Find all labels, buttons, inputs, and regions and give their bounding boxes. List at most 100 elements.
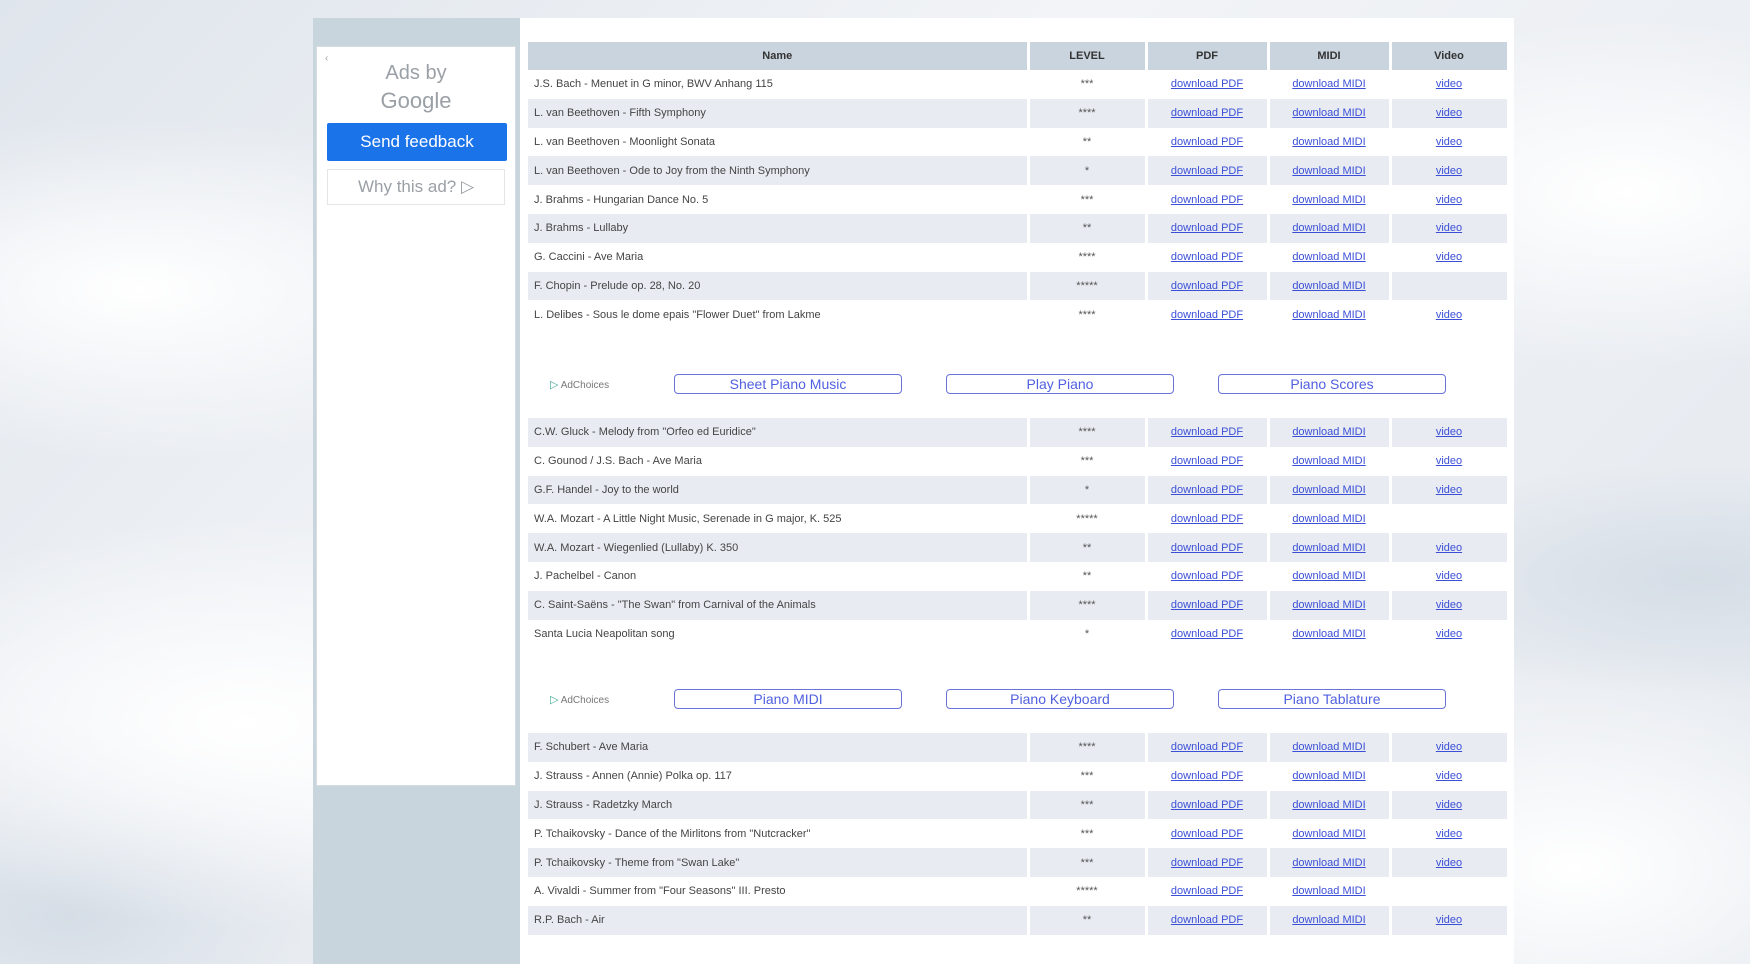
ad-link-button[interactable]: Piano Tablature <box>1218 689 1446 709</box>
pdf-download-link[interactable]: download PDF <box>1171 885 1243 897</box>
video-link[interactable]: video <box>1436 628 1462 640</box>
song-name: C. Saint-Saëns - "The Swan" from Carniva… <box>528 590 1030 620</box>
video-link[interactable]: video <box>1436 542 1462 554</box>
midi-download-link[interactable]: download MIDI <box>1292 107 1365 119</box>
video-link[interactable]: video <box>1436 914 1462 926</box>
pdf-download-cell: download PDF <box>1146 561 1270 591</box>
pdf-download-link[interactable]: download PDF <box>1171 628 1243 640</box>
video-link[interactable]: video <box>1436 484 1462 496</box>
pdf-download-link[interactable]: download PDF <box>1171 165 1243 177</box>
pdf-download-link[interactable]: download PDF <box>1171 309 1243 321</box>
level-stars: **** <box>1028 242 1148 272</box>
midi-download-link[interactable]: download MIDI <box>1292 136 1365 148</box>
midi-download-link[interactable]: download MIDI <box>1292 280 1365 292</box>
pdf-download-link[interactable]: download PDF <box>1171 107 1243 119</box>
ad-link-button[interactable]: Piano Scores <box>1218 374 1446 394</box>
song-name: A. Vivaldi - Summer from "Four Seasons" … <box>528 876 1030 906</box>
pdf-download-link[interactable]: download PDF <box>1171 599 1243 611</box>
midi-download-link[interactable]: download MIDI <box>1292 455 1365 467</box>
pdf-download-link[interactable]: download PDF <box>1171 280 1243 292</box>
midi-download-link[interactable]: download MIDI <box>1292 194 1365 206</box>
pdf-download-link[interactable]: download PDF <box>1171 828 1243 840</box>
ad-link-button[interactable]: Play Piano <box>946 374 1174 394</box>
midi-download-link[interactable]: download MIDI <box>1292 251 1365 263</box>
video-link[interactable]: video <box>1436 741 1462 753</box>
midi-download-link[interactable]: download MIDI <box>1292 78 1365 90</box>
midi-download-link[interactable]: download MIDI <box>1292 222 1365 234</box>
send-feedback-button[interactable]: Send feedback <box>327 123 507 161</box>
video-cell: video <box>1390 300 1510 330</box>
video-link[interactable]: video <box>1436 799 1462 811</box>
video-link[interactable]: video <box>1436 309 1462 321</box>
video-link[interactable]: video <box>1436 194 1462 206</box>
pdf-download-link[interactable]: download PDF <box>1171 914 1243 926</box>
adchoices-label[interactable]: ▷ AdChoices <box>550 378 609 391</box>
midi-download-link[interactable]: download MIDI <box>1292 513 1365 525</box>
table-row: W.A. Mozart - Wiegenlied (Lullaby) K. 35… <box>528 533 1510 562</box>
video-cell: video <box>1390 127 1510 157</box>
video-link[interactable]: video <box>1436 107 1462 119</box>
midi-download-link[interactable]: download MIDI <box>1292 426 1365 438</box>
pdf-download-link[interactable]: download PDF <box>1171 513 1243 525</box>
ad-link-button[interactable]: Piano MIDI <box>674 689 902 709</box>
table-header-row: Name LEVEL PDF MIDI Video <box>528 42 1510 70</box>
video-link[interactable]: video <box>1436 599 1462 611</box>
pdf-download-link[interactable]: download PDF <box>1171 78 1243 90</box>
pdf-download-cell: download PDF <box>1146 876 1270 906</box>
level-stars: ***** <box>1028 876 1148 906</box>
song-name: W.A. Mozart - Wiegenlied (Lullaby) K. 35… <box>528 533 1030 562</box>
pdf-download-link[interactable]: download PDF <box>1171 455 1243 467</box>
midi-download-link[interactable]: download MIDI <box>1292 828 1365 840</box>
pdf-download-cell: download PDF <box>1146 533 1270 562</box>
video-link[interactable]: video <box>1436 770 1462 782</box>
midi-download-link[interactable]: download MIDI <box>1292 741 1365 753</box>
midi-download-link[interactable]: download MIDI <box>1292 484 1365 496</box>
midi-download-link[interactable]: download MIDI <box>1292 628 1365 640</box>
pdf-download-link[interactable]: download PDF <box>1171 222 1243 234</box>
pdf-download-link[interactable]: download PDF <box>1171 426 1243 438</box>
video-link[interactable]: video <box>1436 426 1462 438</box>
midi-download-cell: download MIDI <box>1268 790 1392 820</box>
video-link[interactable]: video <box>1436 136 1462 148</box>
midi-download-cell: download MIDI <box>1268 70 1392 99</box>
pdf-download-link[interactable]: download PDF <box>1171 484 1243 496</box>
video-cell: video <box>1390 156 1510 186</box>
video-cell <box>1390 504 1510 534</box>
pdf-download-link[interactable]: download PDF <box>1171 799 1243 811</box>
pdf-download-link[interactable]: download PDF <box>1171 194 1243 206</box>
midi-download-link[interactable]: download MIDI <box>1292 914 1365 926</box>
song-name: J. Brahms - Lullaby <box>528 213 1030 243</box>
pdf-download-link[interactable]: download PDF <box>1171 741 1243 753</box>
video-link[interactable]: video <box>1436 570 1462 582</box>
midi-download-link[interactable]: download MIDI <box>1292 542 1365 554</box>
pdf-download-link[interactable]: download PDF <box>1171 251 1243 263</box>
video-link[interactable]: video <box>1436 857 1462 869</box>
video-link[interactable]: video <box>1436 222 1462 234</box>
pdf-download-link[interactable]: download PDF <box>1171 570 1243 582</box>
pdf-download-link[interactable]: download PDF <box>1171 770 1243 782</box>
video-link[interactable]: video <box>1436 251 1462 263</box>
midi-download-link[interactable]: download MIDI <box>1292 770 1365 782</box>
video-link[interactable]: video <box>1436 455 1462 467</box>
table-row: W.A. Mozart - A Little Night Music, Sere… <box>528 504 1510 534</box>
level-stars: ** <box>1028 561 1148 591</box>
ad-link-button[interactable]: Piano Keyboard <box>946 689 1174 709</box>
level-stars: **** <box>1028 98 1148 128</box>
video-link[interactable]: video <box>1436 828 1462 840</box>
why-this-ad-link[interactable]: Why this ad? ▷ <box>327 169 505 205</box>
pdf-download-link[interactable]: download PDF <box>1171 136 1243 148</box>
midi-download-link[interactable]: download MIDI <box>1292 309 1365 321</box>
pdf-download-link[interactable]: download PDF <box>1171 542 1243 554</box>
song-name: J.S. Bach - Menuet in G minor, BWV Anhan… <box>528 70 1030 99</box>
midi-download-link[interactable]: download MIDI <box>1292 599 1365 611</box>
midi-download-link[interactable]: download MIDI <box>1292 885 1365 897</box>
adchoices-label[interactable]: ▷ AdChoices <box>550 693 609 706</box>
midi-download-link[interactable]: download MIDI <box>1292 857 1365 869</box>
video-link[interactable]: video <box>1436 78 1462 90</box>
ad-link-button[interactable]: Sheet Piano Music <box>674 374 902 394</box>
midi-download-link[interactable]: download MIDI <box>1292 799 1365 811</box>
video-link[interactable]: video <box>1436 165 1462 177</box>
midi-download-link[interactable]: download MIDI <box>1292 570 1365 582</box>
pdf-download-link[interactable]: download PDF <box>1171 857 1243 869</box>
midi-download-link[interactable]: download MIDI <box>1292 165 1365 177</box>
